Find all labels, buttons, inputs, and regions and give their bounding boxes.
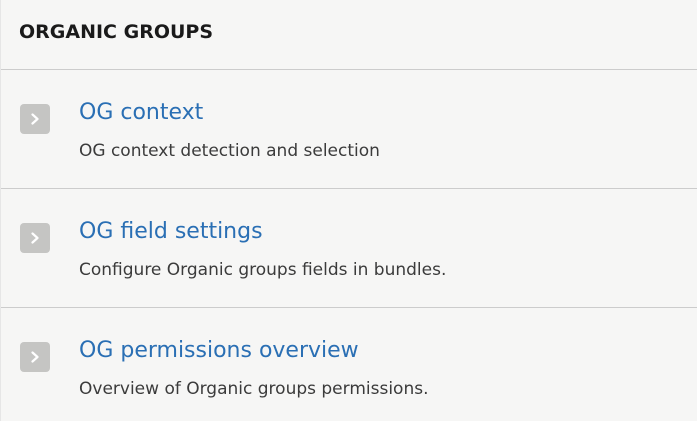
admin-item-og-field-settings: OG field settings Configure Organic grou… — [1, 189, 697, 308]
panel-header: ORGANIC GROUPS — [1, 0, 697, 70]
og-field-settings-link[interactable]: OG field settings — [79, 218, 263, 246]
chevron-right-glyph — [31, 351, 39, 363]
chevron-right-glyph — [31, 232, 39, 244]
chevron-right-icon[interactable] — [20, 104, 50, 134]
og-field-settings-description: Configure Organic groups fields in bundl… — [79, 260, 447, 280]
og-context-link[interactable]: OG context — [79, 99, 203, 127]
chevron-right-icon[interactable] — [20, 342, 50, 372]
admin-item-og-permissions-overview: OG permissions overview Overview of Orga… — [1, 308, 697, 427]
og-permissions-overview-link[interactable]: OG permissions overview — [79, 337, 359, 365]
organic-groups-panel: ORGANIC GROUPS OG context OG context det… — [0, 0, 697, 421]
chevron-right-glyph — [31, 113, 39, 125]
admin-list: OG context OG context detection and sele… — [1, 70, 697, 427]
admin-item-og-context: OG context OG context detection and sele… — [1, 70, 697, 189]
chevron-right-icon[interactable] — [20, 223, 50, 253]
og-permissions-overview-description: Overview of Organic groups permissions. — [79, 379, 429, 399]
og-context-description: OG context detection and selection — [79, 141, 380, 161]
panel-title: ORGANIC GROUPS — [19, 21, 214, 43]
